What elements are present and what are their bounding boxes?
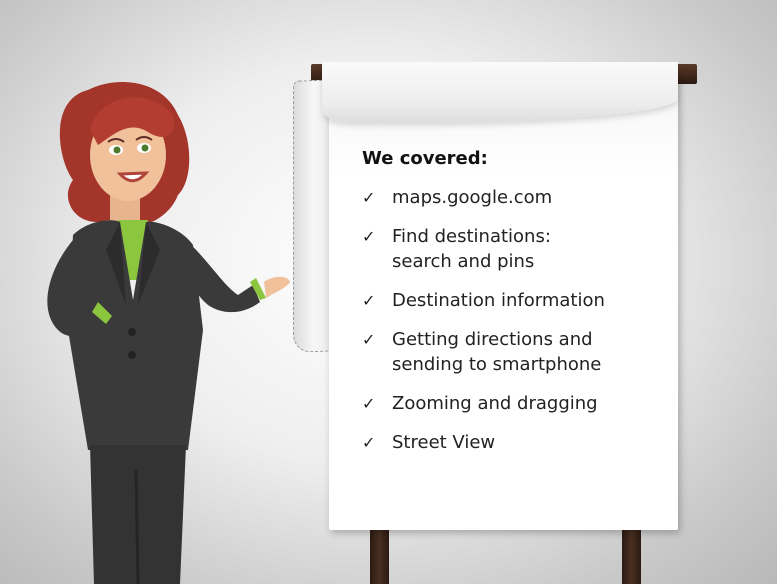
check-icon: ✓	[362, 227, 376, 246]
list-item: ✓ Zooming and dragging	[362, 391, 662, 416]
presenter-icon	[47, 82, 290, 584]
check-icon: ✓	[362, 433, 376, 452]
list-item-text: Find destinations:	[392, 226, 551, 247]
list-item-text: Getting directions and	[392, 329, 593, 350]
flipchart-heading: We covered:	[362, 148, 488, 169]
list-item-text: Street View	[392, 432, 496, 453]
flipchart-content: We covered: ✓ maps.google.com ✓ Find des…	[362, 148, 662, 469]
list-item-text: maps.google.com	[392, 187, 553, 208]
list-item: ✓ Street View	[362, 430, 662, 455]
list-item: ✓ Find destinations: search and pins	[362, 224, 662, 274]
list-item-text: Destination information	[392, 290, 605, 311]
list-item: ✓ maps.google.com	[362, 185, 662, 210]
list-item: ✓ Destination information	[362, 288, 662, 313]
list-item: ✓ Getting directions and sending to smar…	[362, 327, 662, 377]
check-icon: ✓	[362, 330, 376, 349]
slide-scene: We covered: ✓ maps.google.com ✓ Find des…	[0, 0, 777, 584]
list-item-text: sending to smartphone	[392, 354, 602, 375]
check-icon: ✓	[362, 394, 376, 413]
list-item-text: search and pins	[392, 251, 535, 272]
list-item-text: Zooming and dragging	[392, 393, 598, 414]
check-icon: ✓	[362, 291, 376, 310]
check-icon: ✓	[362, 188, 376, 207]
